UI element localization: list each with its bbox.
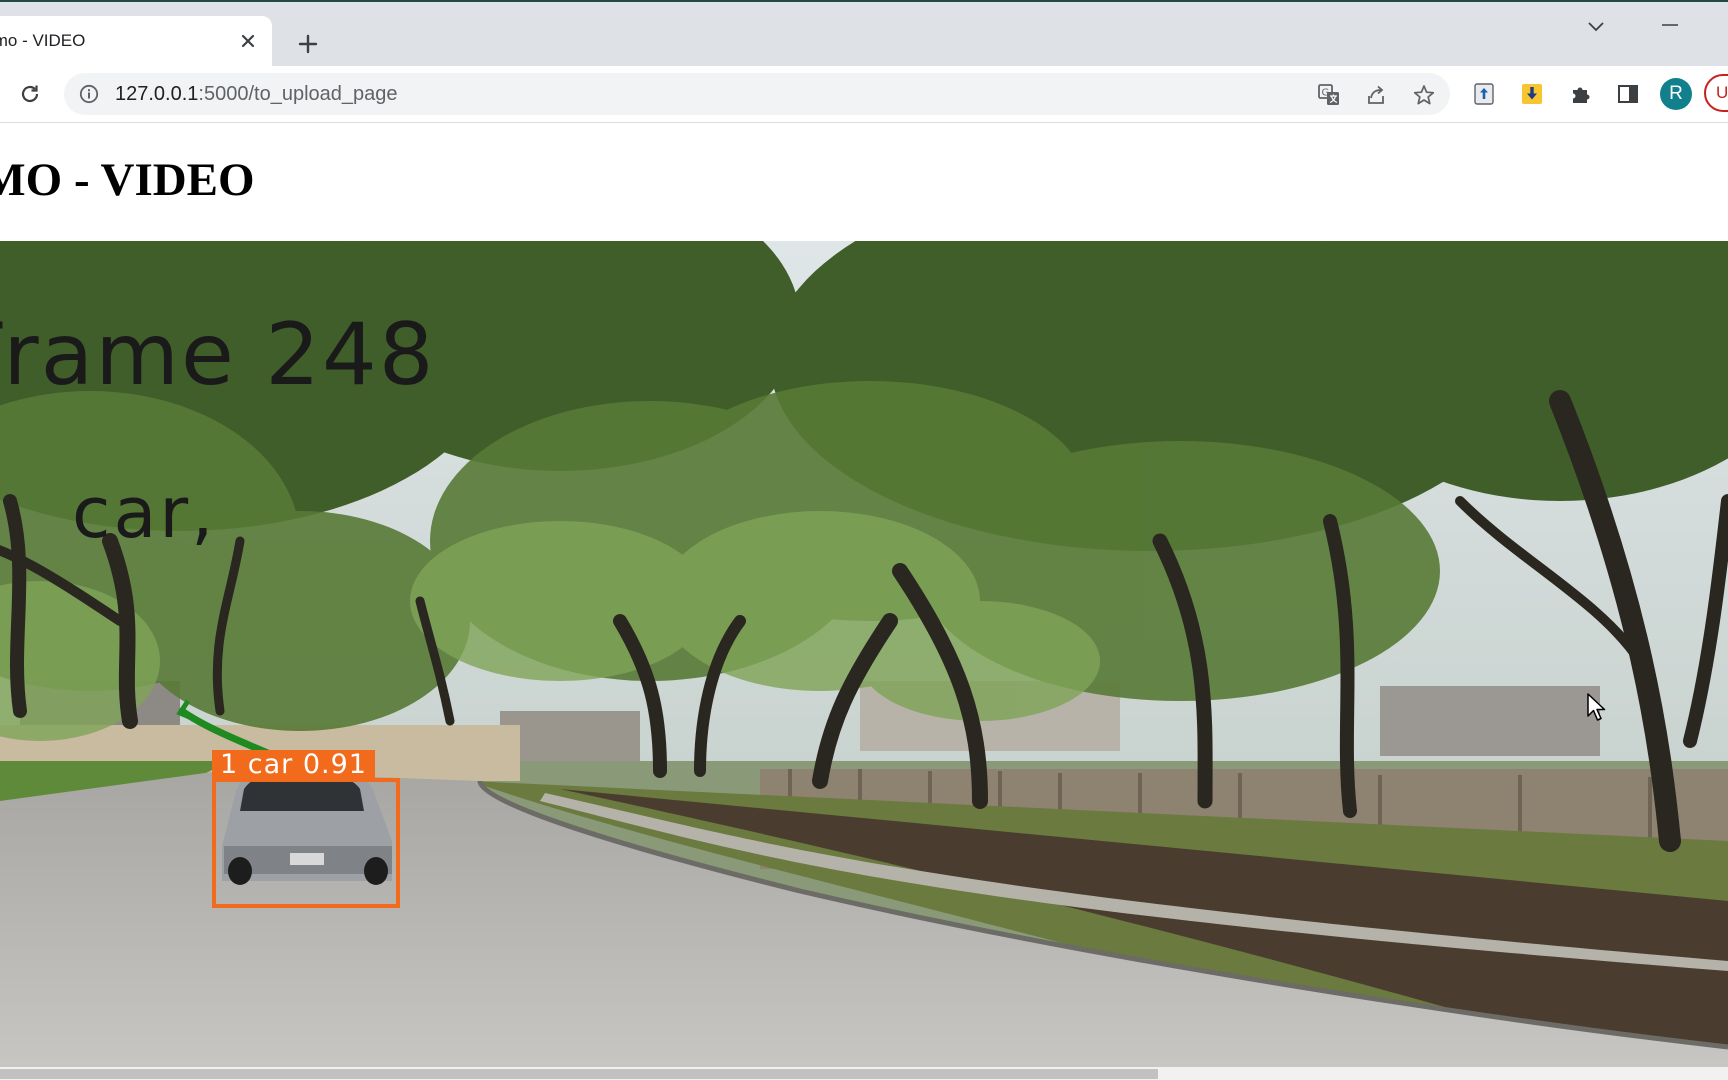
download-extension-icon[interactable]: [1516, 78, 1548, 110]
url-host: 127.0.0.1: [115, 83, 199, 105]
update-button[interactable]: U: [1704, 74, 1728, 112]
detection-bounding-box: [212, 778, 400, 908]
side-panel-icon[interactable]: [1612, 78, 1644, 110]
translate-icon[interactable]: G: [1314, 80, 1344, 110]
share-icon[interactable]: [1361, 80, 1391, 110]
minimize-icon[interactable]: [1648, 10, 1692, 40]
horizontal-scrollbar-thumb[interactable]: [0, 1069, 1158, 1079]
horizontal-scrollbar[interactable]: [0, 1067, 1728, 1080]
star-icon[interactable]: [1409, 80, 1439, 110]
page-title: DEMO - VIDEO: [0, 154, 255, 206]
upload-extension-icon[interactable]: [1468, 78, 1500, 110]
class-list-overlay: car,: [72, 472, 217, 554]
browser-toolbar: 127.0.0.1:5000/to_upload_page G R U: [0, 66, 1728, 123]
info-icon[interactable]: [78, 83, 100, 105]
url-path: :5000/to_upload_page: [198, 83, 398, 105]
address-bar[interactable]: 127.0.0.1:5000/to_upload_page G: [64, 73, 1450, 115]
tab-strip: Demo - VIDEO: [0, 2, 1728, 66]
tab-active[interactable]: Demo - VIDEO: [0, 16, 272, 66]
chevron-down-icon[interactable]: [1578, 12, 1614, 42]
close-icon[interactable]: [236, 29, 260, 53]
puzzle-icon[interactable]: [1565, 78, 1597, 110]
url-text[interactable]: 127.0.0.1:5000/to_upload_page: [115, 83, 398, 106]
detection-label: 1 car 0.91: [212, 750, 375, 780]
reload-icon[interactable]: [12, 76, 48, 112]
plus-icon[interactable]: [290, 26, 326, 62]
tab-title: Demo - VIDEO: [0, 31, 86, 50]
profile-avatar[interactable]: R: [1660, 78, 1692, 110]
frame-counter-overlay: Frame 248: [0, 305, 436, 405]
mouse-cursor-icon: [1587, 693, 1607, 728]
